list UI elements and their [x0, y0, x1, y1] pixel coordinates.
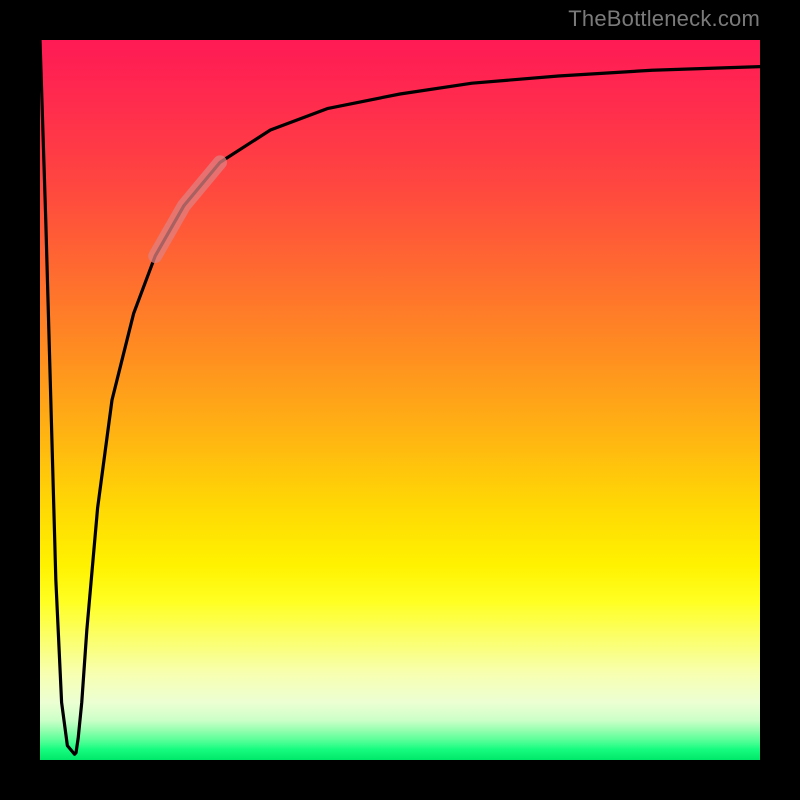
watermark-text: TheBottleneck.com [568, 6, 760, 32]
plot-area [40, 40, 760, 760]
bottleneck-curve [40, 40, 760, 754]
chart-frame: TheBottleneck.com [0, 0, 800, 800]
highlight-segment [155, 162, 220, 256]
curve-svg [40, 40, 760, 760]
